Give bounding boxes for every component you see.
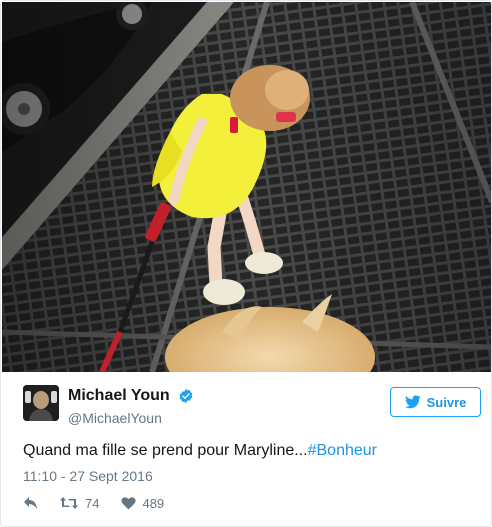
tweet-text-body: Quand ma fille se prend pour Maryline... [23,442,308,459]
hashtag-link[interactable]: #Bonheur [308,442,377,459]
twitter-bird-icon [404,395,421,409]
author-handle[interactable]: @MichaelYoun [68,409,194,427]
like-count: 489 [142,495,165,511]
verified-badge-icon [179,389,193,403]
tweet-card: Michael Youn @MichaelYoun Suivre Quand m… [0,0,492,527]
avatar[interactable] [23,385,59,421]
like-button[interactable]: 489 [121,496,164,511]
author-block: Michael Youn @MichaelYoun [68,387,194,427]
avatar-image [23,385,59,421]
tweet-actions: 74 489 [23,493,164,513]
heart-icon [121,497,137,510]
follow-button[interactable]: Suivre [390,387,481,417]
reply-button[interactable] [23,496,39,510]
retweet-count: 74 [85,495,100,511]
author-name[interactable]: Michael Youn [68,387,170,405]
tweet-photo-image [2,2,491,372]
tweet-timestamp[interactable]: 11:10 - 27 Sept 2016 [23,467,153,485]
retweet-button[interactable]: 74 [59,496,99,511]
follow-button-label: Suivre [426,394,467,410]
tweet-text: Quand ma fille se prend pour Maryline...… [23,441,377,461]
tweet-photo[interactable] [2,2,491,372]
retweet-icon [60,497,78,509]
reply-icon [24,497,37,509]
